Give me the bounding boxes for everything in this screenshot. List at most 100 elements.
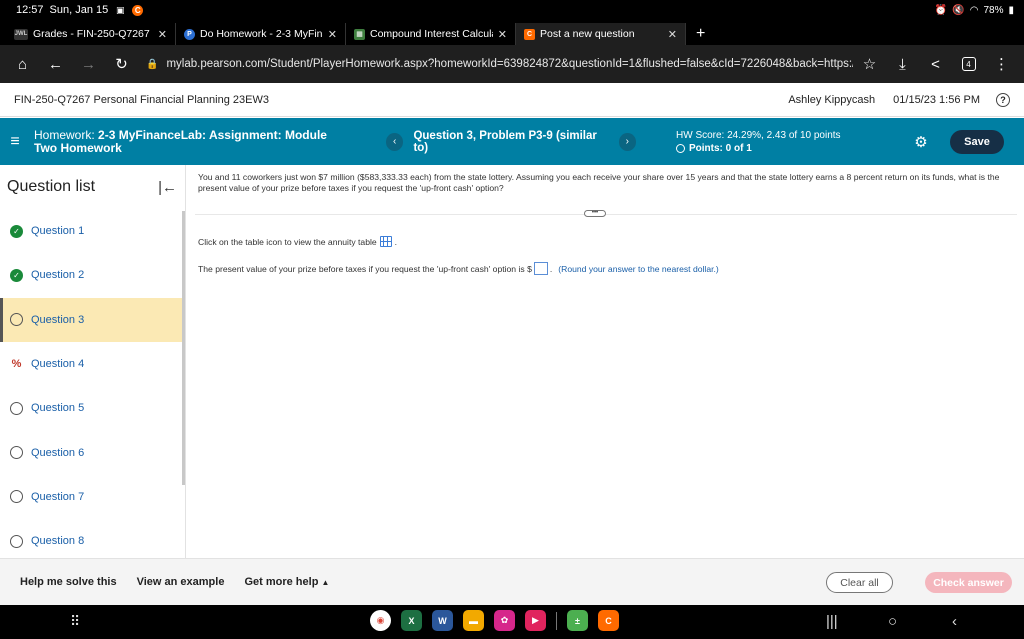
question-label: Question 5: [31, 402, 85, 415]
app-drawer-icon[interactable]: ⠿: [70, 613, 81, 630]
close-icon[interactable]: ✕: [668, 28, 677, 41]
tab-post-question[interactable]: C Post a new question ✕: [516, 23, 686, 45]
empty-circle-icon: [10, 490, 23, 504]
chegg-favicon-icon: C: [524, 28, 535, 40]
previous-question-icon[interactable]: ‹: [386, 132, 404, 151]
question-list-item-4[interactable]: % Question 4: [0, 342, 185, 386]
question-list-item-2[interactable]: ✓ Question 2: [0, 253, 185, 297]
answer-line: The present value of your prize before t…: [198, 262, 719, 275]
check-answer-button[interactable]: Check answer: [925, 572, 1012, 593]
close-icon[interactable]: ✕: [158, 28, 167, 41]
bottom-toolbar: Help me solve this View an example Get m…: [0, 558, 1024, 605]
video-app-icon[interactable]: ▶: [525, 610, 546, 631]
homework-title: Homework: 2-3 MyFinanceLab: Assignment: …: [30, 127, 380, 155]
hw-score: HW Score: 24.29%, 2.43 of 10 points: [676, 129, 841, 141]
view-example-button[interactable]: View an example: [137, 576, 225, 588]
question-label: Question 6: [31, 446, 85, 459]
url-bar[interactable]: 🔒 mylab.pearson.com/Student/PlayerHomewo…: [138, 49, 853, 79]
course-datetime: 01/15/23 1:56 PM: [893, 93, 980, 106]
answer-input[interactable]: [533, 262, 548, 275]
homework-label: Homework:: [34, 127, 95, 142]
question-panel: You and 11 coworkers just won $7 million…: [187, 165, 1024, 558]
sidebar-scrollbar[interactable]: [182, 211, 185, 485]
caret-up-icon: ▲: [321, 578, 330, 587]
back-icon[interactable]: ←: [39, 49, 72, 79]
question-list-item-6[interactable]: Question 6: [0, 430, 185, 474]
score-panel: HW Score: 24.29%, 2.43 of 10 points Poin…: [676, 129, 896, 155]
home-circle-icon[interactable]: ○: [888, 613, 897, 630]
next-question-icon[interactable]: ›: [618, 132, 637, 151]
question-text: You and 11 coworkers just won $7 million…: [198, 172, 1000, 193]
question-list-item-8[interactable]: Question 8: [0, 519, 185, 563]
empty-circle-icon: [10, 401, 23, 415]
empty-circle-icon: [10, 446, 23, 460]
tab-grades[interactable]: JWL Grades - FIN-250-Q7267 Per ✕: [6, 23, 176, 45]
round-hint: (Round your answer to the nearest dollar…: [558, 263, 719, 274]
forward-icon[interactable]: →: [72, 49, 105, 79]
tab-compound-interest[interactable]: ▦ Compound Interest Calculat ✕: [346, 23, 516, 45]
close-icon[interactable]: ✕: [498, 28, 507, 41]
share-icon[interactable]: <: [919, 49, 952, 79]
recent-apps-icon[interactable]: |||: [826, 613, 838, 630]
flower-app-icon[interactable]: ✿: [494, 610, 515, 631]
url-text: mylab.pearson.com/Student/PlayerHomework…: [166, 58, 853, 70]
question-points: Points: 0 of 1: [689, 142, 752, 154]
chegg-app-icon[interactable]: C: [598, 610, 619, 631]
get-more-help-button[interactable]: Get more help ▲: [244, 576, 329, 588]
status-right: ⏰ 🔇 ◠ 78% ▮: [935, 5, 1014, 16]
save-button[interactable]: Save: [950, 129, 1004, 154]
answer-prefix: The present value of your prize before t…: [198, 263, 532, 274]
word-app-icon[interactable]: W: [432, 610, 453, 631]
get-more-help-label: Get more help: [244, 576, 319, 588]
excel-app-icon[interactable]: X: [401, 610, 422, 631]
clear-all-button[interactable]: Clear all: [826, 572, 893, 593]
home-icon[interactable]: ⌂: [6, 49, 39, 79]
help-me-solve-button[interactable]: Help me solve this: [20, 576, 117, 588]
calculator-favicon-icon: ▦: [354, 28, 365, 40]
battery-icon: ▮: [1008, 4, 1014, 16]
question-title: Question 3, Problem P3-9 (similar to): [413, 129, 597, 154]
empty-circle-icon: [10, 534, 23, 548]
question-list-title: Question list: [7, 178, 96, 195]
pearson-favicon-icon: P: [184, 28, 195, 40]
question-list-item-7[interactable]: Question 7: [0, 475, 185, 519]
files-app-icon[interactable]: ▬: [463, 610, 484, 631]
battery-level: 78%: [983, 4, 1004, 16]
calculator-app-icon[interactable]: ±: [567, 610, 588, 631]
question-label: Question 4: [31, 358, 85, 371]
tab-count: 4: [961, 57, 976, 71]
android-navigation-bar: ⠿ ◉ X W ▬ ✿ ▶ ± C ||| ○ ‹: [0, 605, 1024, 639]
settings-gear-icon[interactable]: ⚙: [906, 133, 936, 151]
question-list-item-3[interactable]: Question 3: [0, 297, 185, 342]
status-time: 12:57: [16, 4, 44, 16]
empty-circle-icon: [10, 313, 23, 327]
gallery-notification-icon: ▣: [115, 4, 125, 15]
close-icon[interactable]: ✕: [328, 28, 337, 41]
browser-tab-bar: JWL Grades - FIN-250-Q7267 Per ✕ P Do Ho…: [0, 20, 1024, 45]
user-name: Ashley Kippycash: [788, 93, 876, 106]
reload-icon[interactable]: ↻: [105, 49, 138, 79]
check-circle-icon: ✓: [10, 224, 23, 238]
tab-title: Do Homework - 2-3 MyFinan: [200, 28, 323, 40]
back-chevron-icon[interactable]: ‹: [952, 613, 957, 630]
dock-separator: [556, 611, 557, 630]
help-icon[interactable]: ?: [996, 92, 1010, 107]
new-tab-button[interactable]: +: [686, 23, 715, 45]
resize-handle[interactable]: •••: [584, 210, 606, 217]
question-list-header: Question list |←: [0, 165, 185, 209]
course-name: FIN-250-Q7267 Personal Financial Plannin…: [14, 93, 269, 106]
tab-switcher-button[interactable]: 4: [952, 49, 985, 79]
chrome-app-icon[interactable]: ◉: [370, 610, 391, 631]
menu-dots-icon[interactable]: ⋮: [985, 49, 1018, 79]
question-list-item-5[interactable]: Question 5: [0, 386, 185, 430]
question-list-item-1[interactable]: ✓ Question 1: [0, 209, 185, 253]
collapse-sidebar-icon[interactable]: |←: [158, 179, 177, 196]
status-date: Sun, Jan 15: [49, 4, 109, 16]
tab-title: Post a new question: [540, 28, 635, 40]
question-label: Question 2: [31, 269, 85, 282]
hamburger-menu-icon[interactable]: ≡: [0, 133, 30, 151]
bookmark-star-icon[interactable]: ☆: [853, 49, 886, 79]
table-icon[interactable]: [379, 236, 392, 247]
tab-do-homework[interactable]: P Do Homework - 2-3 MyFinan ✕: [176, 23, 346, 45]
download-icon[interactable]: ⤓: [886, 49, 919, 79]
